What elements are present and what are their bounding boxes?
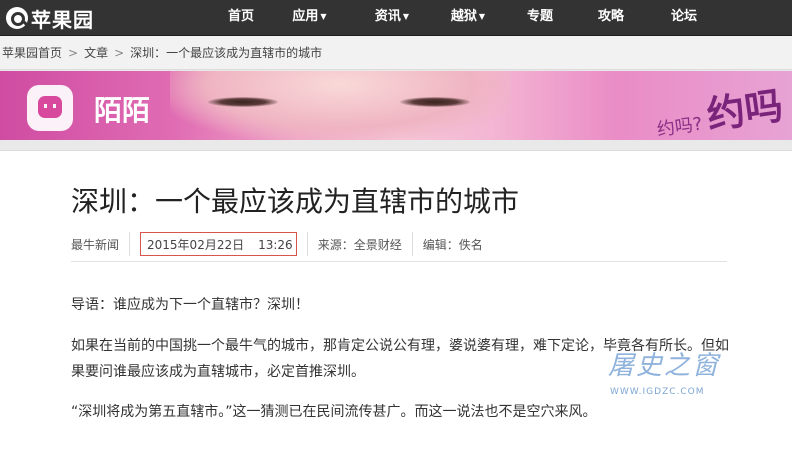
- search-logo-icon: [6, 7, 28, 29]
- banner-model-image: [170, 71, 510, 140]
- article-date: 2015年02月22日 13:26: [140, 232, 297, 256]
- watermark-url: WWW.IGDZC.COM: [610, 387, 705, 397]
- breadcrumb-separator: >: [68, 46, 79, 60]
- article-editor: 编辑：佚名: [422, 237, 483, 252]
- meta-divider: [411, 232, 413, 256]
- article-paragraph: “深圳将成为第五直辖市。”这一猜测已在民间流传甚广。而这一说法也不是空穴来风。: [71, 404, 597, 420]
- momo-logo-icon: [27, 85, 73, 131]
- watermark-script: 屠史之窗: [608, 351, 721, 381]
- top-navigation-bar: 苹果园 首页 应用 ▼ 资讯 ▼ 越狱 ▼ 专题 攻略 论坛: [0, 0, 792, 36]
- breadcrumb-current: 深圳：一个最应该成为直辖市的城市: [130, 46, 323, 60]
- breadcrumb-articles-link[interactable]: 文章: [84, 46, 108, 60]
- caret-down-icon: ▼: [478, 12, 486, 21]
- nav-item-forum[interactable]: 论坛: [641, 0, 727, 35]
- breadcrumb-separator: >: [114, 46, 125, 60]
- watermark: 屠史之窗 WWW.IGDZC.COM: [600, 345, 750, 405]
- banner-callout: 约吗?约吗: [652, 74, 786, 140]
- logo-text: 苹果园: [31, 7, 94, 32]
- article-site-name: 最牛新闻: [71, 237, 120, 252]
- nav-item-guides[interactable]: 攻略: [581, 0, 641, 35]
- meta-divider-line: [71, 261, 727, 262]
- article-card: 深圳：一个最应该成为直辖市的城市 最牛新闻 2015年02月22日 13:26 来…: [0, 150, 792, 451]
- banner-eye-right: [400, 97, 470, 107]
- banner-callout-big: 约吗: [704, 83, 786, 138]
- meta-divider: [129, 232, 131, 256]
- breadcrumb: 苹果园首页 > 文章 > 深圳：一个最应该成为直辖市的城市: [0, 36, 792, 70]
- article-date-value: 2015年02月22日: [147, 238, 245, 252]
- nav-item-jailbreak[interactable]: 越狱 ▼: [437, 0, 499, 35]
- article-lead: 导语：谁应成为下一个直辖市？深圳！: [71, 297, 309, 313]
- article-source: 来源：全景财经: [317, 237, 402, 252]
- article-meta: 最牛新闻 2015年02月22日 13:26 来源：全景财经 编辑：佚名: [71, 231, 483, 257]
- caret-down-icon: ▼: [402, 12, 410, 21]
- site-logo[interactable]: 苹果园: [6, 4, 94, 32]
- nav-item-news[interactable]: 资讯 ▼: [347, 0, 437, 35]
- nav-item-topics[interactable]: 专题: [499, 0, 581, 35]
- ad-banner[interactable]: 陌陌 约吗?约吗: [0, 71, 792, 140]
- article-time-value: 13:26: [258, 238, 293, 252]
- meta-divider: [306, 232, 308, 256]
- nav-item-home[interactable]: 首页: [210, 0, 272, 35]
- banner-eye-left: [208, 97, 278, 107]
- banner-callout-small: 约吗?: [655, 113, 704, 140]
- breadcrumb-home-link[interactable]: 苹果园首页: [2, 46, 62, 60]
- nav-item-apps[interactable]: 应用 ▼: [272, 0, 347, 35]
- article-title: 深圳：一个最应该成为直辖市的城市: [71, 185, 520, 218]
- main-nav: 首页 应用 ▼ 资讯 ▼ 越狱 ▼ 专题 攻略 论坛: [210, 0, 727, 35]
- caret-down-icon: ▼: [320, 12, 327, 21]
- banner-brand-name: 陌陌: [94, 94, 151, 127]
